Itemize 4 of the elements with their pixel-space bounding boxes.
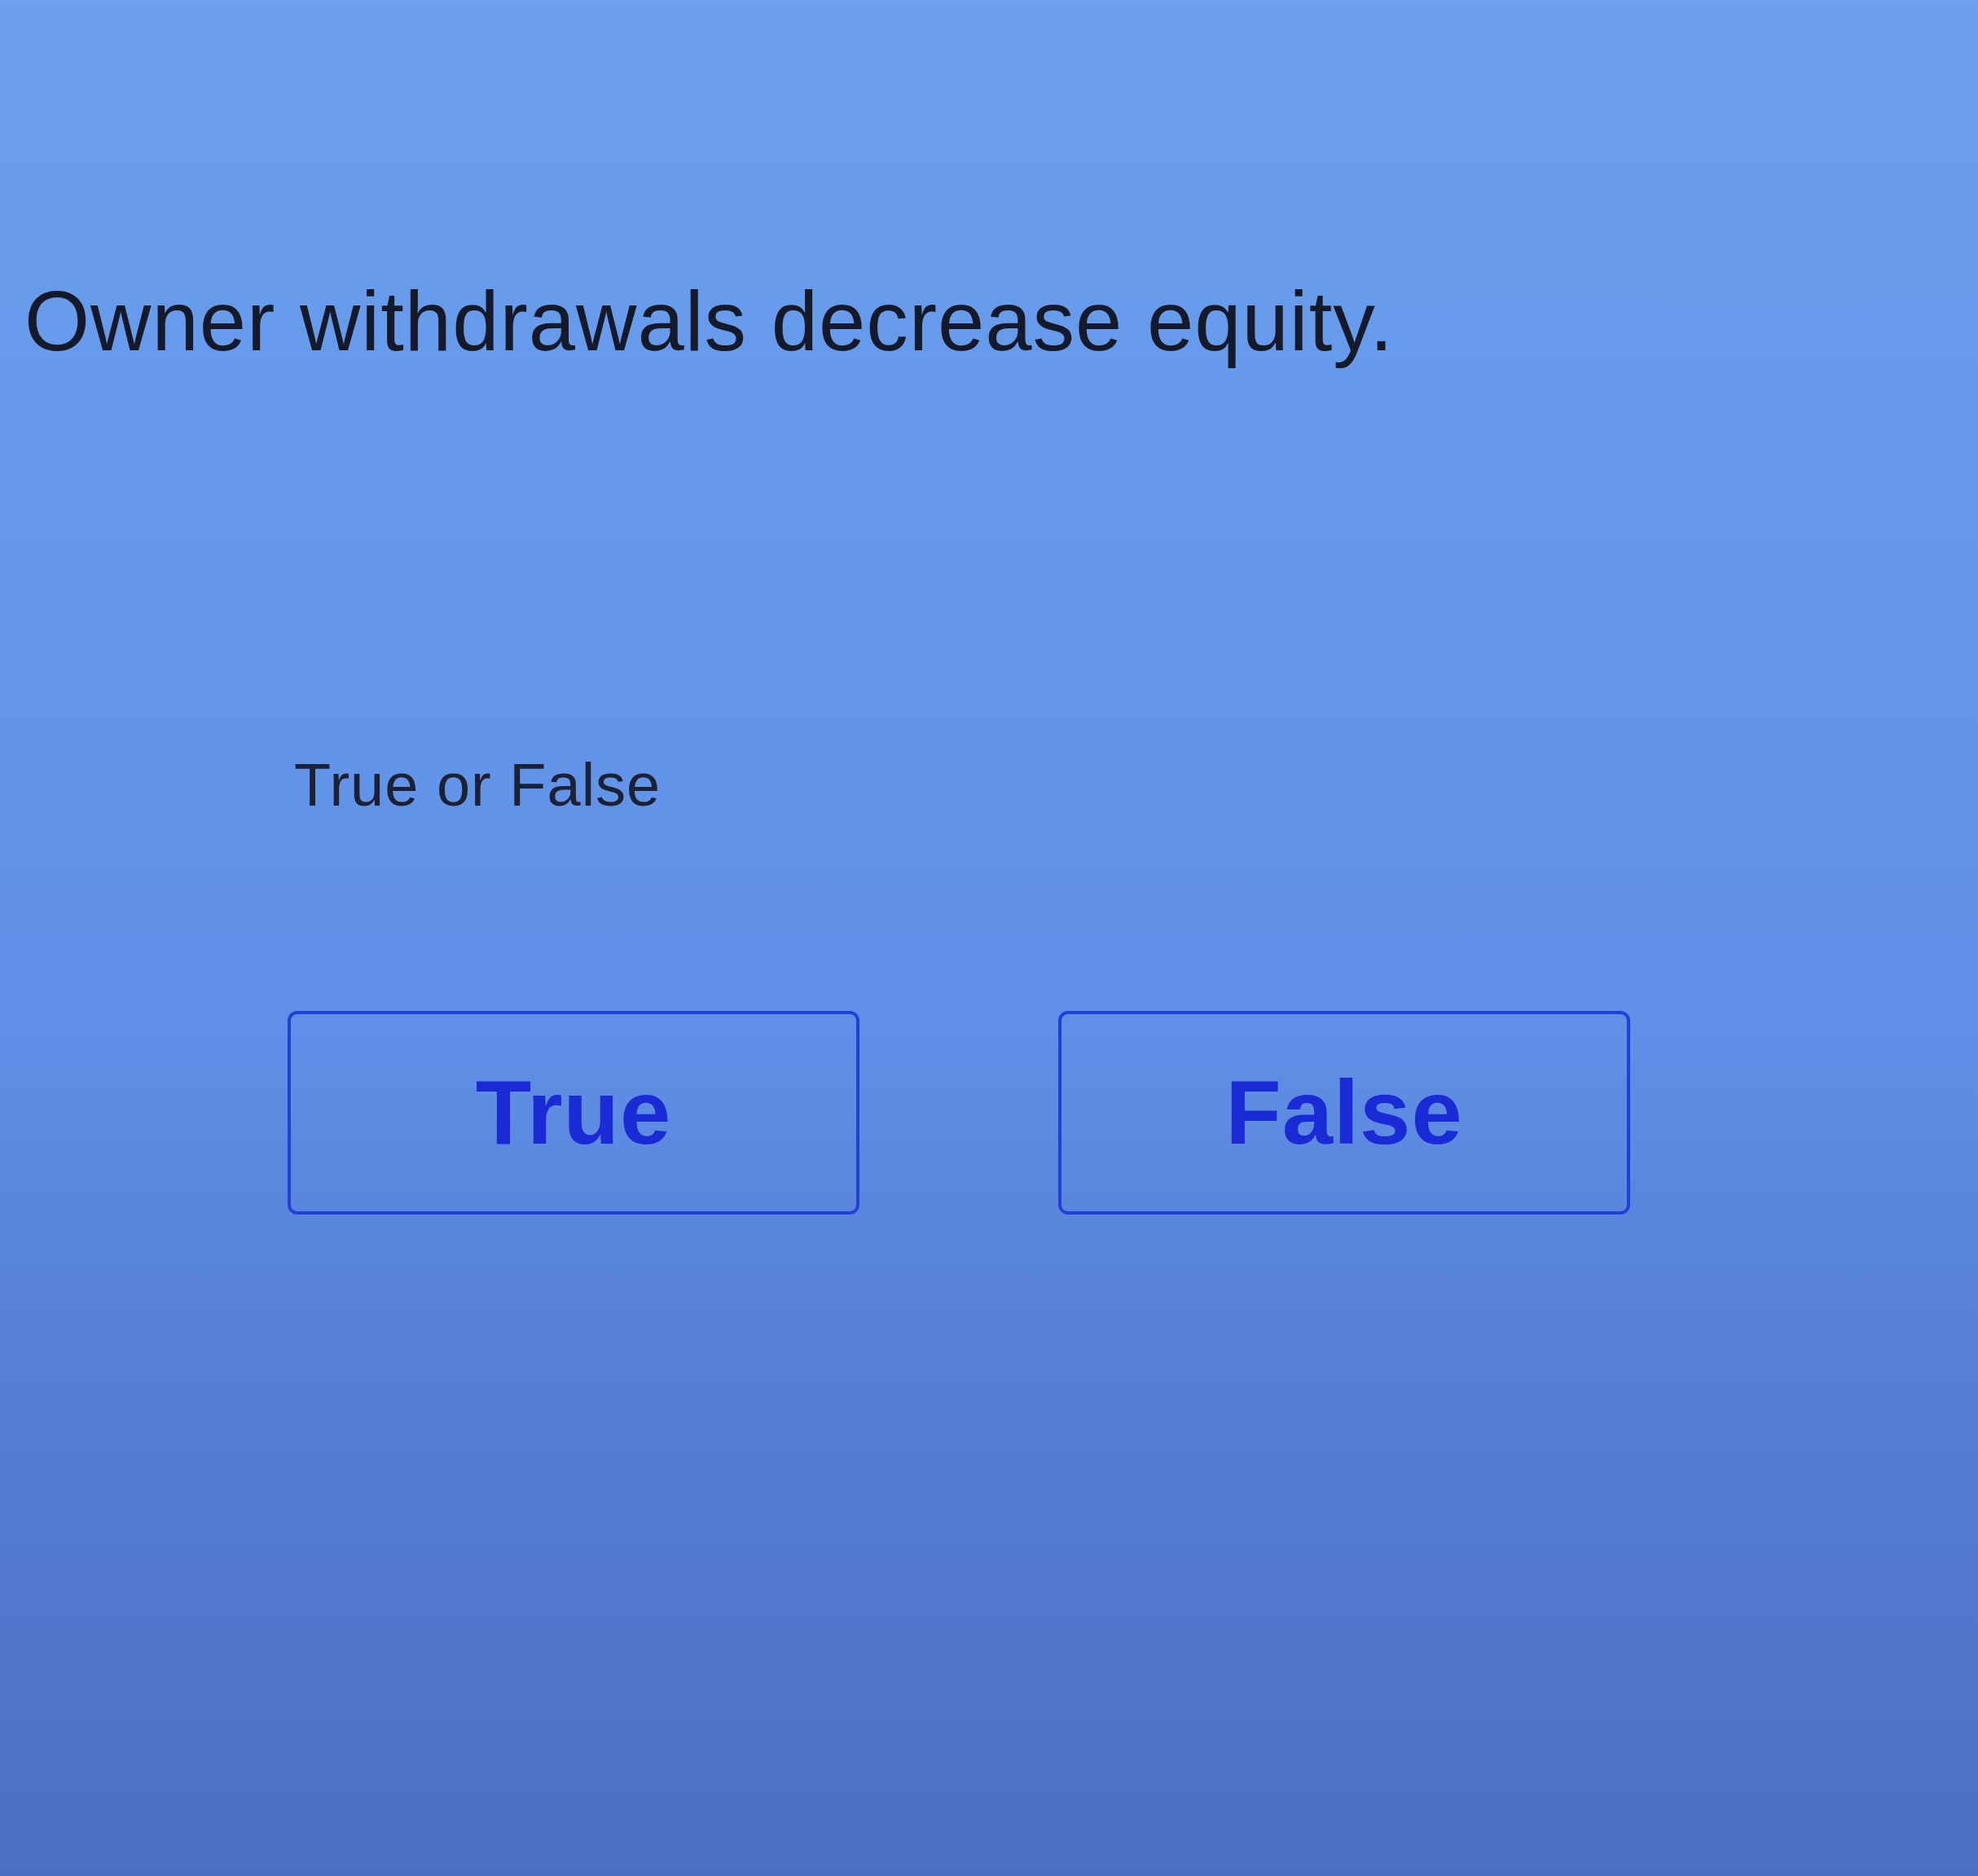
question-text: Owner withdrawals decrease equity. (24, 274, 1395, 370)
answer-button[interactable]: False (1058, 1011, 1630, 1215)
answer-button[interactable]: True (288, 1011, 859, 1215)
prompt-text: True or False (294, 750, 662, 821)
